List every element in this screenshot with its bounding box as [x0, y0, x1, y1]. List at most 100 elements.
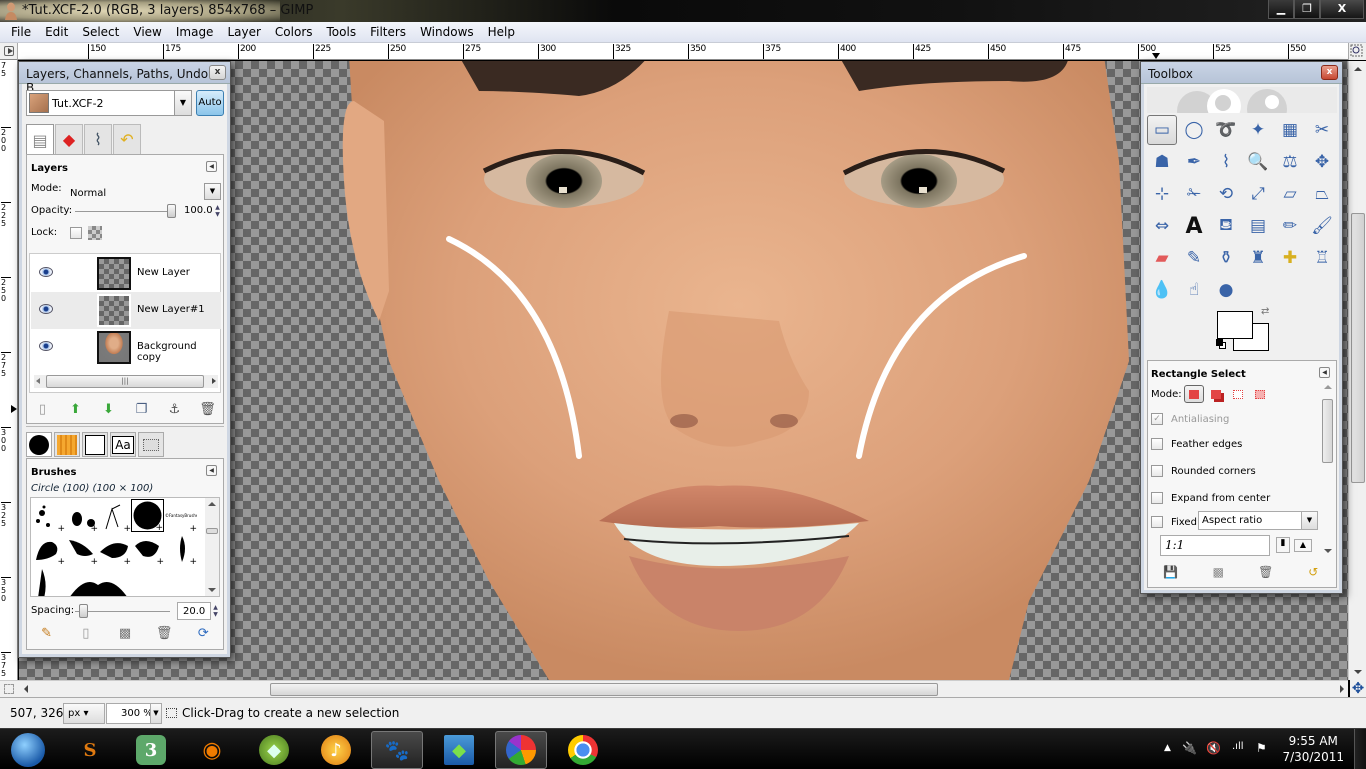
- eye-icon[interactable]: [39, 304, 53, 314]
- lock-alpha-icon[interactable]: [88, 226, 102, 240]
- horizontal-scroll-thumb[interactable]: [270, 683, 938, 696]
- toolbox-title[interactable]: Toolbox x: [1141, 62, 1342, 84]
- show-desktop-button[interactable]: [1354, 729, 1366, 769]
- taskbar-picasa[interactable]: [495, 731, 547, 769]
- taskbar-fl-studio[interactable]: ♪: [310, 731, 362, 769]
- tool-eraser[interactable]: ▰: [1147, 243, 1177, 273]
- tool-foreground-select[interactable]: ☗: [1147, 147, 1177, 177]
- taskbar-sims-3[interactable]: ◆: [433, 731, 485, 769]
- rounded-corners-checkbox[interactable]: [1151, 465, 1163, 477]
- menu-colors[interactable]: Colors: [268, 25, 320, 39]
- tab-document-history[interactable]: [138, 432, 164, 457]
- vertical-scrollbar[interactable]: [1348, 61, 1366, 680]
- tool-rotate[interactable]: ⟲: [1211, 179, 1241, 209]
- scroll-up-arrow[interactable]: [1324, 385, 1332, 389]
- taskbar-gimp[interactable]: 🐾: [371, 731, 423, 769]
- brush-smear[interactable]: +: [65, 499, 98, 534]
- quick-mask-menu-button[interactable]: [0, 43, 18, 60]
- menu-view[interactable]: View: [126, 25, 168, 39]
- reset-options-icon[interactable]: ↺: [1304, 565, 1322, 581]
- raise-layer-icon[interactable]: ⬆: [66, 401, 86, 419]
- taskbar-chrome[interactable]: [557, 731, 609, 769]
- start-button[interactable]: [2, 731, 54, 769]
- brush-crow-2[interactable]: +: [65, 532, 98, 567]
- layer-list-scrollbar[interactable]: |||: [34, 375, 218, 388]
- scroll-down-arrow[interactable]: [1324, 549, 1332, 553]
- minimize-button[interactable]: ▁: [1268, 0, 1294, 19]
- opacity-value[interactable]: 100.0: [184, 205, 213, 216]
- lower-layer-icon[interactable]: ⬇: [99, 401, 119, 419]
- new-brush-icon[interactable]: ▯: [76, 625, 96, 643]
- vertical-ruler[interactable]: 175 200 225 250 275 300 325 350 375: [0, 60, 18, 680]
- delete-brush-icon[interactable]: 🗑: [154, 625, 174, 643]
- lock-pixels-checkbox[interactable]: [70, 227, 82, 239]
- opacity-slider-handle[interactable]: [167, 204, 176, 218]
- spacing-value[interactable]: 20.0: [177, 602, 211, 620]
- new-layer-icon[interactable]: ▯: [33, 401, 53, 419]
- tool-zoom[interactable]: 🔍: [1243, 147, 1273, 177]
- brush-fantasy-text[interactable]: ©FantasyBrushes +: [164, 499, 200, 534]
- tool-scale[interactable]: ⤢: [1243, 179, 1273, 209]
- tool-align[interactable]: ⊹: [1147, 179, 1177, 209]
- tool-bucket-fill[interactable]: ⛾: [1211, 211, 1241, 241]
- navigate-icon[interactable]: ✥: [1350, 680, 1366, 697]
- panel-menu-button[interactable]: ◀: [206, 465, 217, 476]
- scroll-down-arrow[interactable]: [1354, 670, 1362, 674]
- delete-options-icon[interactable]: 🗑: [1257, 565, 1275, 581]
- taskbar-blender[interactable]: ◉: [186, 731, 238, 769]
- fixed-type-dropdown[interactable]: Aspect ratio ▼: [1198, 511, 1318, 530]
- tool-color-select[interactable]: ▦: [1275, 115, 1305, 145]
- tool-crop[interactable]: ✁: [1179, 179, 1209, 209]
- swap-colors-icon[interactable]: ⇄: [1261, 306, 1269, 317]
- anchor-layer-icon[interactable]: ⚓: [165, 401, 185, 419]
- menu-filters[interactable]: Filters: [363, 25, 413, 39]
- tool-scissors-select[interactable]: ✂: [1307, 115, 1337, 145]
- tab-patterns[interactable]: [54, 432, 80, 457]
- layer-row[interactable]: New Layer: [31, 255, 221, 292]
- menu-layer[interactable]: Layer: [220, 25, 267, 39]
- fixed-option[interactable]: Fixed:: [1151, 516, 1200, 528]
- mode-add-button[interactable]: [1206, 385, 1226, 403]
- mode-intersect-button[interactable]: [1250, 385, 1270, 403]
- menu-windows[interactable]: Windows: [413, 25, 481, 39]
- zoom-selector[interactable]: 300 % ▼: [106, 703, 162, 724]
- duplicate-layer-icon[interactable]: ❐: [132, 401, 152, 419]
- restore-options-icon[interactable]: ▩: [1209, 565, 1227, 581]
- brush-crow-3[interactable]: +: [98, 532, 131, 567]
- tool-perspective-clone[interactable]: ♖: [1307, 243, 1337, 273]
- menu-tools[interactable]: Tools: [320, 25, 364, 39]
- scroll-down-arrow[interactable]: [208, 588, 216, 592]
- antialiasing-checkbox[interactable]: ✓: [1151, 413, 1163, 425]
- network-signal-icon[interactable]: .ıll: [1232, 741, 1244, 752]
- scroll-up-arrow[interactable]: [208, 502, 216, 506]
- tab-gradients[interactable]: [82, 432, 108, 457]
- brush-circle-100[interactable]: +: [131, 499, 164, 533]
- tab-undo[interactable]: ↶: [113, 124, 141, 154]
- taskbar-sims-bodyshop[interactable]: ◆: [248, 731, 300, 769]
- delete-layer-icon[interactable]: 🗑: [198, 401, 218, 419]
- scroll-left-arrow[interactable]: [36, 378, 40, 384]
- brush-wing-3[interactable]: [98, 565, 131, 596]
- tool-options-scroll-thumb[interactable]: [1322, 399, 1333, 463]
- action-center-flag-icon[interactable]: ⚑: [1256, 741, 1267, 755]
- chevron-down-icon[interactable]: ▼: [1301, 512, 1317, 529]
- tool-perspective[interactable]: ⏢: [1307, 179, 1337, 209]
- menu-help[interactable]: Help: [481, 25, 522, 39]
- horizontal-ruler[interactable]: 150 175 200 225 250 275 300 325 350 375 400 425 450 4…: [18, 43, 1348, 60]
- landscape-button[interactable]: ▲: [1294, 539, 1312, 552]
- spacing-slider-track[interactable]: [75, 611, 170, 612]
- tool-options-scrollbar[interactable]: [1322, 383, 1334, 553]
- tool-blur-sharpen[interactable]: 💧: [1147, 275, 1177, 305]
- tool-move[interactable]: ✥: [1307, 147, 1337, 177]
- vertical-scroll-thumb[interactable]: [1351, 213, 1365, 483]
- tool-ink[interactable]: ⚱: [1211, 243, 1241, 273]
- close-button[interactable]: X: [1320, 0, 1364, 19]
- brush-wing-2[interactable]: [65, 565, 98, 596]
- mode-dropdown-button[interactable]: ▼: [204, 183, 221, 200]
- save-options-icon[interactable]: 💾: [1162, 565, 1180, 581]
- brush-sketch[interactable]: +: [98, 499, 131, 534]
- foreground-color-swatch[interactable]: [1217, 311, 1253, 339]
- auto-button[interactable]: Auto: [196, 90, 224, 116]
- fixed-checkbox[interactable]: [1151, 516, 1163, 528]
- spacing-spinner[interactable]: ▲ ▼: [212, 604, 219, 618]
